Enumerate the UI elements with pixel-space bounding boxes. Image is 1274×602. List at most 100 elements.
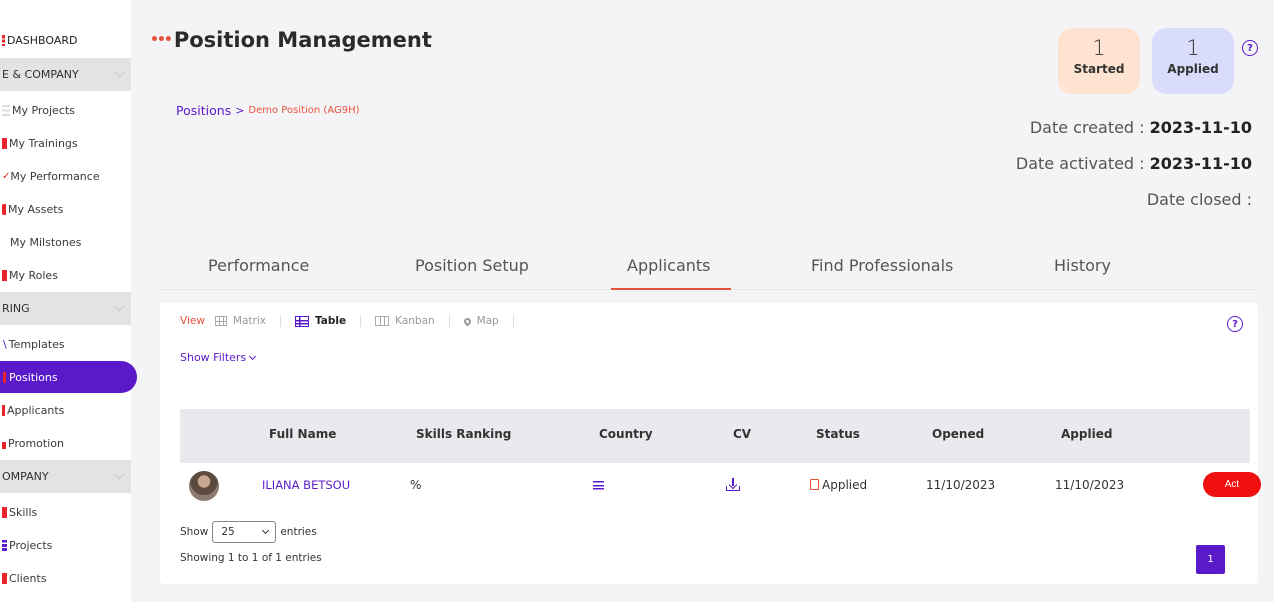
column-header-full-name[interactable]: Full Name: [269, 427, 336, 441]
sidebar-item-label: Skills: [9, 505, 38, 519]
applied-count: 1: [1186, 36, 1200, 60]
page-size-value: 25: [221, 526, 235, 538]
divider: [360, 315, 362, 327]
date-closed: Date closed :: [1147, 190, 1252, 209]
list-icon: [593, 481, 604, 490]
column-header-status[interactable]: Status: [816, 427, 860, 441]
download-tray: [726, 486, 740, 491]
page-size-select[interactable]: 25: [212, 521, 277, 543]
breadcrumb-positions-link[interactable]: Positions: [176, 103, 231, 118]
sidebar-item-label: Templates: [8, 337, 65, 351]
view-option-label: Table: [314, 315, 347, 327]
show-filters-toggle[interactable]: Show Filters: [180, 351, 257, 364]
trainings-icon: [2, 137, 7, 149]
sidebar-item-dashboard[interactable]: DASHBOARD: [0, 24, 131, 56]
sidebar-item-my-assets[interactable]: My Assets: [0, 193, 131, 225]
active-tab-indicator: [611, 288, 731, 290]
matrix-icon: [214, 316, 227, 326]
started-stat-card[interactable]: 1 Started: [1058, 28, 1140, 94]
sidebar-item-positions[interactable]: Positions: [0, 361, 137, 393]
document-icon: [810, 479, 819, 490]
view-table-button[interactable]: Table: [294, 315, 347, 327]
breadcrumb-current: Demo Position (AG9H): [248, 105, 360, 116]
tab-position-setup[interactable]: Position Setup: [415, 256, 529, 275]
dashboard-icon: [2, 34, 5, 46]
view-option-label: Kanban: [395, 315, 435, 327]
tab-bar: Performance Position Setup Applicants Fi…: [160, 248, 1258, 290]
sidebar-item-my-roles[interactable]: My Roles: [0, 259, 131, 291]
map-pin-icon: [462, 316, 473, 326]
opened-date: 11/10/2023: [926, 478, 996, 492]
tab-applicants[interactable]: Applicants: [627, 256, 711, 275]
page-size-control: Show 25 entries: [180, 521, 317, 543]
sidebar-item-clients[interactable]: Clients: [0, 562, 131, 594]
chevron-down-icon: [249, 352, 257, 360]
clients-icon: [2, 572, 7, 584]
sidebar-section-label: RING: [2, 302, 30, 315]
positions-icon: [3, 371, 6, 383]
sidebar-item-my-performance[interactable]: ✓ My Performance: [0, 160, 131, 192]
date-closed-label: Date closed :: [1146, 190, 1252, 209]
date-activated-label: Date activated :: [1015, 154, 1145, 173]
view-option-label: Matrix: [232, 315, 266, 327]
tab-performance[interactable]: Performance: [208, 256, 309, 275]
date-created: Date created : 2023-11-10: [1030, 118, 1252, 137]
column-header-cv[interactable]: CV: [733, 427, 751, 441]
tab-find-professionals[interactable]: Find Professionals: [811, 256, 953, 275]
view-map-button[interactable]: Map: [462, 315, 499, 327]
country-list-icon[interactable]: [593, 481, 604, 490]
view-label: View: [180, 315, 205, 327]
table-icon: [294, 315, 309, 327]
column-header-applied[interactable]: Applied: [1061, 427, 1112, 441]
sidebar-section-company-2[interactable]: OMPANY: [0, 460, 131, 493]
sidebar-item-label: DASHBOARD: [7, 33, 78, 47]
sidebar-item-label: My Milstones: [10, 235, 82, 249]
promotion-icon: [2, 441, 6, 449]
applied-stat-card[interactable]: 1 Applied: [1152, 28, 1234, 94]
view-kanban-button[interactable]: Kanban: [375, 315, 435, 327]
kanban-icon: [375, 316, 390, 326]
date-activated: Date activated : 2023-11-10: [1016, 154, 1252, 173]
sidebar-item-projects[interactable]: Projects: [0, 529, 131, 561]
sidebar-section-company[interactable]: E & COMPANY: [0, 58, 131, 91]
started-count: 1: [1092, 36, 1106, 60]
download-cv-icon[interactable]: [726, 478, 740, 491]
help-icon[interactable]: ?: [1242, 40, 1258, 56]
column-header-country[interactable]: Country: [599, 427, 653, 441]
status-cell: Applied: [810, 478, 867, 492]
page-title: ••• Position Management: [150, 28, 432, 52]
chevron-down-icon: [114, 301, 125, 312]
sidebar-item-my-milstones[interactable]: My Milstones: [0, 226, 131, 258]
breadcrumb: Positions > Demo Position (AG9H): [176, 103, 360, 118]
sidebar-item-my-projects[interactable]: My Projects: [0, 94, 131, 126]
applicants-icon: [2, 404, 5, 416]
sidebar-section-label: E & COMPANY: [2, 68, 79, 81]
sidebar: DASHBOARD E & COMPANY My Projects My Tra…: [0, 0, 137, 602]
sidebar-item-skills[interactable]: Skills: [0, 496, 131, 528]
entries-label: entries: [280, 526, 317, 538]
sidebar-item-label: My Performance: [10, 169, 100, 183]
applied-label: Applied: [1167, 62, 1219, 76]
sidebar-item-label: Positions: [9, 370, 58, 384]
table-row: ILIANA BETSOU % Applied 11/10/2023 11/10…: [180, 463, 1261, 509]
tab-history[interactable]: History: [1054, 256, 1111, 275]
sidebar-item-promotion[interactable]: Promotion: [0, 427, 131, 459]
column-header-opened[interactable]: Opened: [932, 427, 984, 441]
chevron-down-icon: [114, 67, 125, 78]
view-matrix-button[interactable]: Matrix: [214, 315, 266, 327]
column-header-skills-ranking[interactable]: Skills Ranking: [416, 427, 511, 441]
sidebar-item-label: My Trainings: [9, 136, 78, 150]
sidebar-item-label: Applicants: [7, 403, 65, 417]
sidebar-item-label: My Projects: [12, 103, 75, 117]
pagination-page-button[interactable]: 1: [1196, 545, 1225, 574]
applicant-name-link[interactable]: ILIANA BETSOU: [262, 478, 350, 492]
help-icon[interactable]: ?: [1227, 316, 1243, 332]
sidebar-item-applicants[interactable]: Applicants: [0, 394, 131, 426]
sidebar-item-label: Promotion: [8, 436, 64, 450]
sidebar-item-my-trainings[interactable]: My Trainings: [0, 127, 131, 159]
sidebar-section-hiring[interactable]: RING: [0, 292, 131, 325]
act-button[interactable]: Act: [1203, 472, 1261, 497]
sidebar-item-templates[interactable]: \ Templates: [0, 328, 131, 360]
applied-date: 11/10/2023: [1055, 478, 1125, 492]
divider: [279, 315, 281, 327]
